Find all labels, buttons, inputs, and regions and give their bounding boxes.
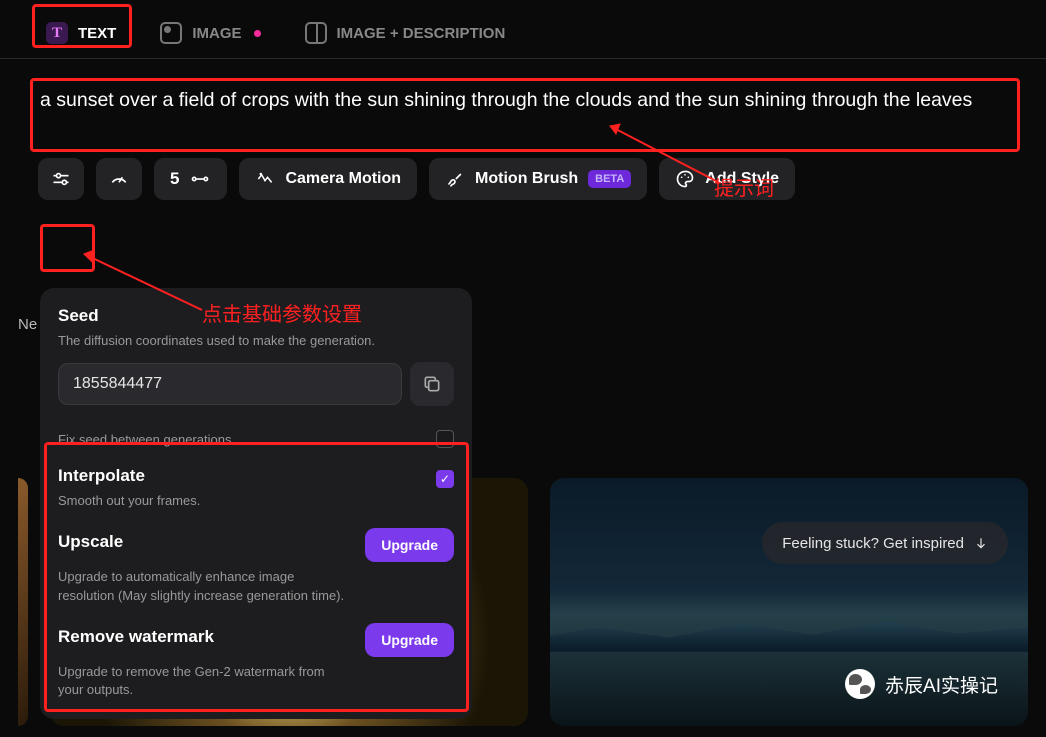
fix-seed-label: Fix seed between generations (58, 432, 231, 447)
channel-name: 赤辰AI实操记 (885, 671, 998, 698)
seed-section: Seed The diffusion coordinates used to m… (40, 302, 472, 420)
settings-toggle-button[interactable] (38, 158, 84, 200)
tab-combo-label: IMAGE + DESCRIPTION (337, 25, 506, 42)
speed-button[interactable] (96, 158, 142, 200)
tab-image-description[interactable]: IMAGE + DESCRIPTION (287, 12, 524, 54)
channel-watermark: 赤辰AI实操记 (845, 669, 998, 699)
tab-text[interactable]: T TEXT (28, 12, 134, 54)
split-panel-icon (305, 22, 327, 44)
gauge-icon (109, 169, 129, 189)
motion-brush-label: Motion Brush (475, 170, 578, 188)
watermark-section: Remove watermark Upgrade Upgrade to remo… (40, 619, 472, 713)
interpolate-title: Interpolate (58, 466, 145, 486)
beta-badge: BETA (588, 170, 631, 188)
wechat-icon (845, 669, 875, 699)
seed-title: Seed (58, 306, 454, 326)
controls-toolbar: 5 Camera Motion Motion Brush BETA Add St… (0, 148, 1046, 210)
add-style-button[interactable]: Add Style (659, 158, 795, 200)
gallery-item[interactable] (18, 478, 28, 726)
prompt-container: a sunset over a field of crops with the … (0, 59, 1046, 148)
camera-motion-label: Camera Motion (285, 170, 401, 188)
watermark-title: Remove watermark (58, 627, 214, 647)
copy-seed-button[interactable] (410, 362, 454, 406)
get-inspired-button[interactable]: Feeling stuck? Get inspired (762, 522, 1008, 564)
arrow-down-icon (974, 533, 988, 553)
fix-seed-row: Fix seed between generations (40, 420, 472, 450)
palette-icon (675, 169, 695, 189)
camera-motion-button[interactable]: Camera Motion (239, 158, 417, 200)
get-inspired-label: Feeling stuck? Get inspired (782, 535, 964, 552)
interpolate-checkbox[interactable]: ✓ (436, 470, 454, 488)
annotation-highlight-settings (40, 224, 95, 272)
watermark-upgrade-button[interactable]: Upgrade (365, 623, 454, 657)
tab-text-label: TEXT (78, 25, 116, 42)
upscale-desc: Upgrade to automatically enhance image r… (58, 568, 348, 604)
watermark-desc: Upgrade to remove the Gen-2 watermark fr… (58, 663, 348, 699)
camera-motion-icon (255, 169, 275, 189)
settings-panel: Seed The diffusion coordinates used to m… (40, 288, 472, 719)
fix-seed-checkbox[interactable] (436, 430, 454, 448)
motion-brush-button[interactable]: Motion Brush BETA (429, 158, 647, 200)
prompt-input[interactable]: a sunset over a field of crops with the … (30, 73, 1016, 128)
count-value: 5 (170, 169, 179, 189)
upscale-title: Upscale (58, 532, 123, 552)
brush-icon (445, 169, 465, 189)
upscale-section: Upscale Upgrade Upgrade to automatically… (40, 524, 472, 618)
side-label: Ne (18, 316, 37, 333)
count-button[interactable]: 5 (154, 158, 227, 200)
add-style-label: Add Style (705, 170, 779, 188)
seed-desc: The diffusion coordinates used to make t… (58, 332, 454, 350)
notification-dot-icon (254, 30, 261, 37)
upscale-upgrade-button[interactable]: Upgrade (365, 528, 454, 562)
route-icon (189, 169, 211, 189)
text-icon: T (46, 22, 68, 44)
copy-icon (422, 374, 442, 394)
seed-input[interactable] (58, 363, 402, 405)
image-icon (160, 22, 182, 44)
input-mode-tabs: T TEXT IMAGE IMAGE + DESCRIPTION (0, 0, 1046, 59)
sliders-icon (51, 169, 71, 189)
tab-image[interactable]: IMAGE (142, 12, 278, 54)
interpolate-desc: Smooth out your frames. (58, 492, 454, 510)
tab-image-label: IMAGE (192, 25, 241, 42)
interpolate-section: Interpolate ✓ Smooth out your frames. (40, 450, 472, 524)
